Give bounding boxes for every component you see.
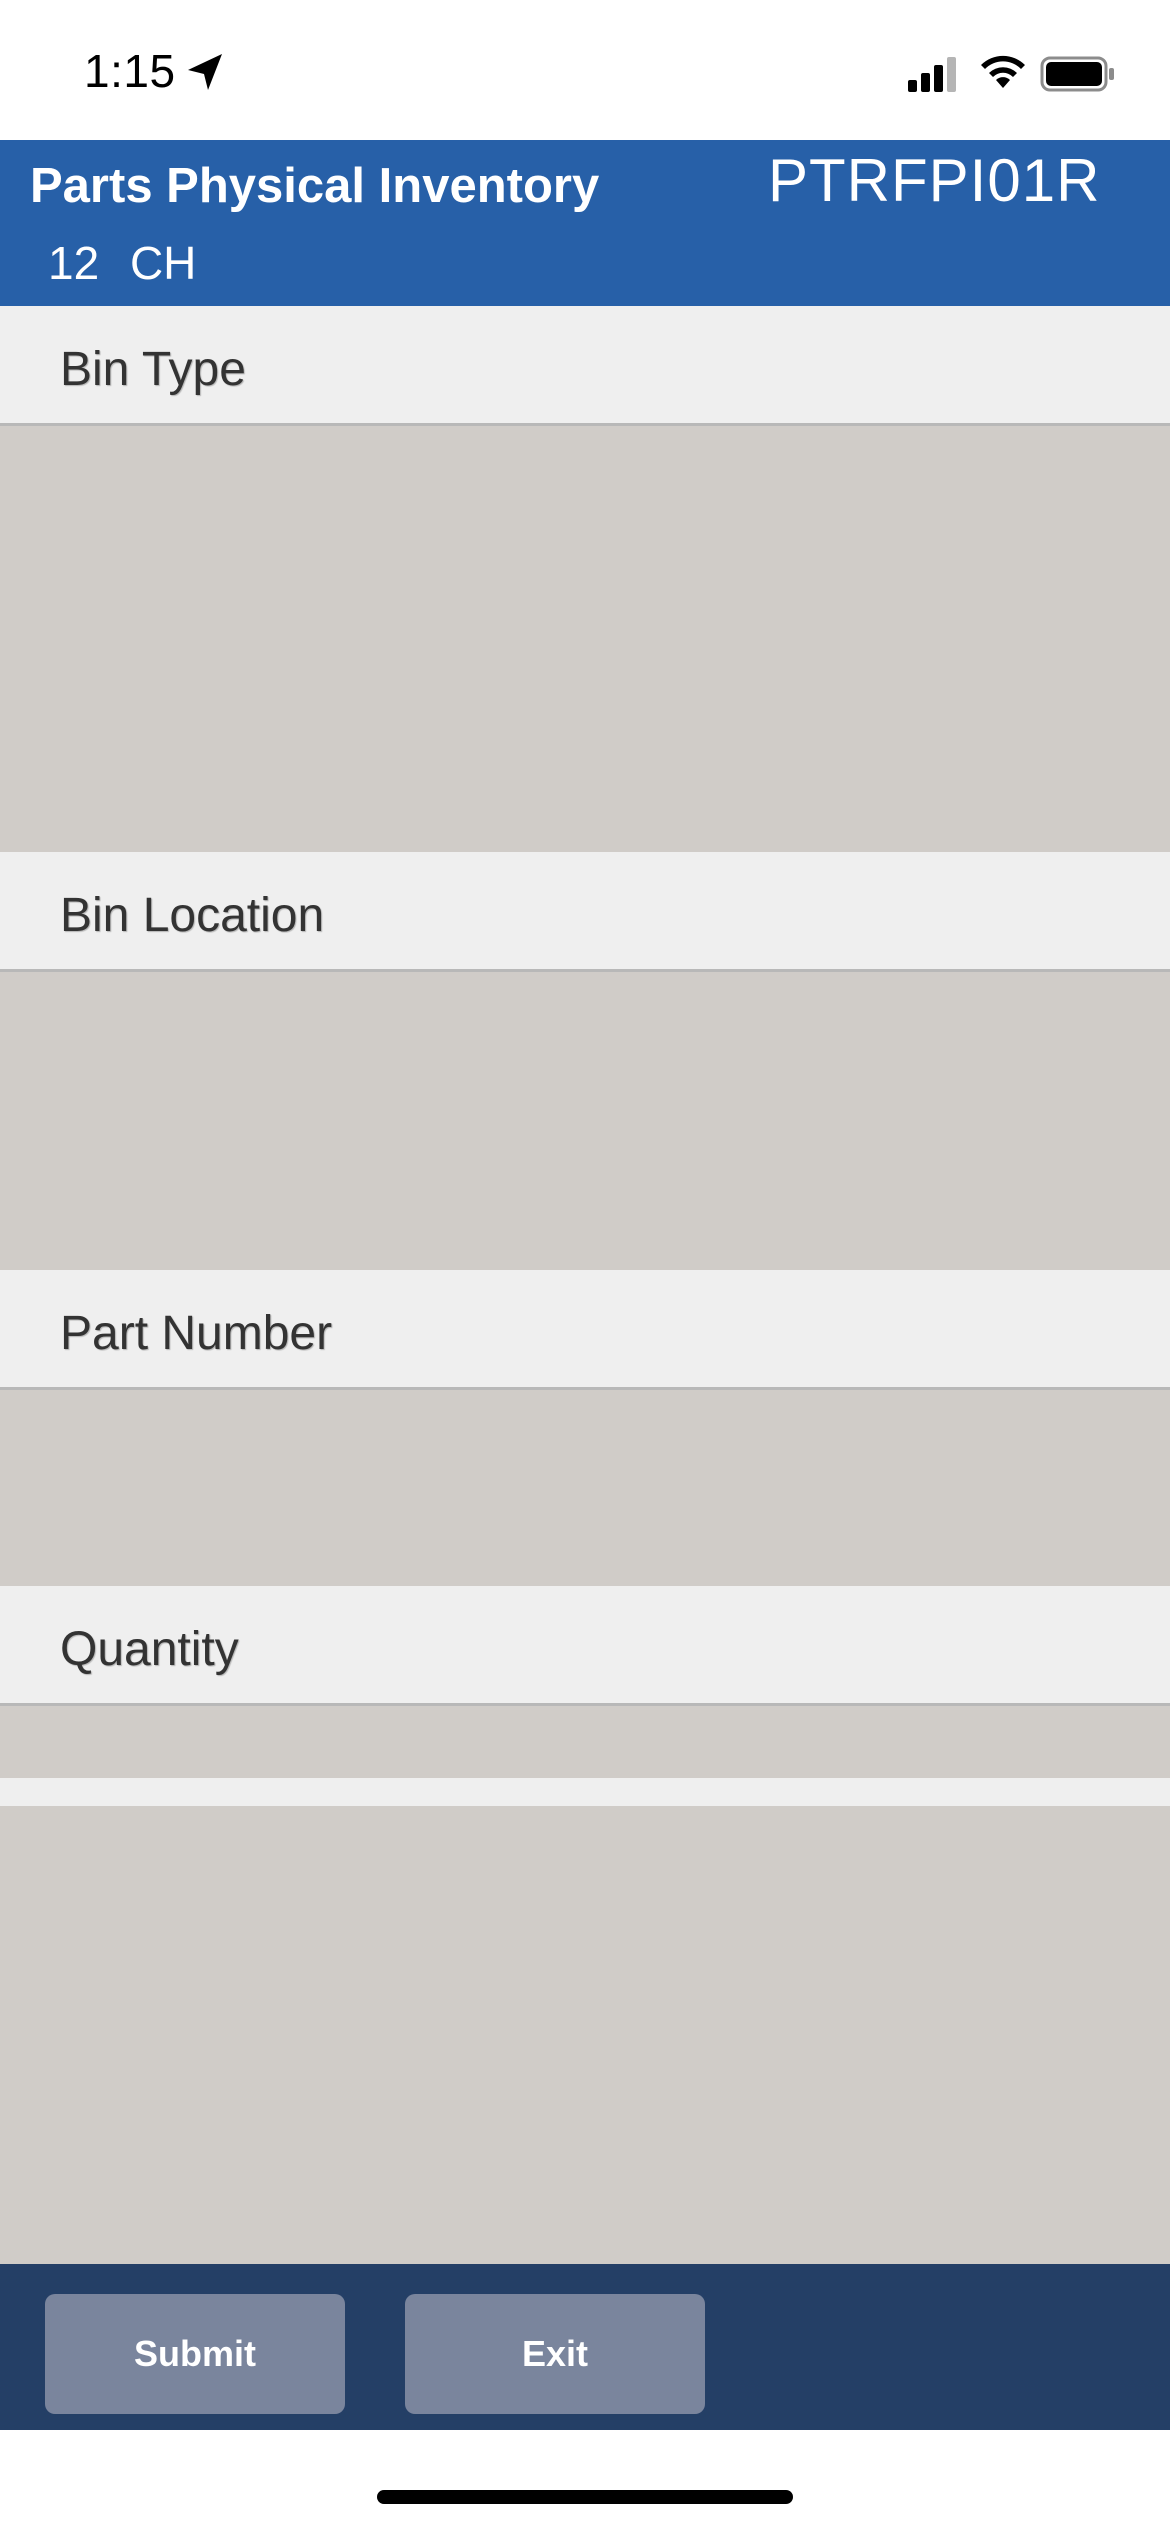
quantity-label-row: Quantity <box>0 1586 1170 1706</box>
submit-button[interactable]: Submit <box>45 2294 345 2414</box>
content-area <box>0 1806 1170 2264</box>
status-time: 1:15 <box>84 45 176 97</box>
bin-type-label: Bin Type <box>60 343 246 396</box>
divider <box>0 1778 1170 1806</box>
location-arrow-icon <box>188 54 222 90</box>
bin-location-label: Bin Location <box>60 889 325 942</box>
screen-code: PTRFPI01R <box>768 147 1101 214</box>
page-title: Parts Physical Inventory <box>30 159 600 213</box>
part-number-label-row: Part Number <box>0 1270 1170 1390</box>
cellular-signal-icon <box>908 57 956 92</box>
part-number-field[interactable] <box>0 1390 1170 1586</box>
part-number-label: Part Number <box>60 1307 333 1360</box>
header-subtitle: 12 CH <box>48 237 197 289</box>
home-indicator[interactable] <box>377 2490 793 2504</box>
bin-type-label-row: Bin Type <box>0 306 1170 426</box>
bin-type-field[interactable] <box>0 426 1170 852</box>
bin-location-field[interactable] <box>0 972 1170 1270</box>
bin-location-label-row: Bin Location <box>0 852 1170 972</box>
wifi-icon <box>981 55 1025 88</box>
battery-icon <box>1040 56 1114 92</box>
quantity-field[interactable] <box>0 1706 1170 1778</box>
exit-button[interactable]: Exit <box>405 2294 705 2414</box>
quantity-label: Quantity <box>60 1623 239 1676</box>
